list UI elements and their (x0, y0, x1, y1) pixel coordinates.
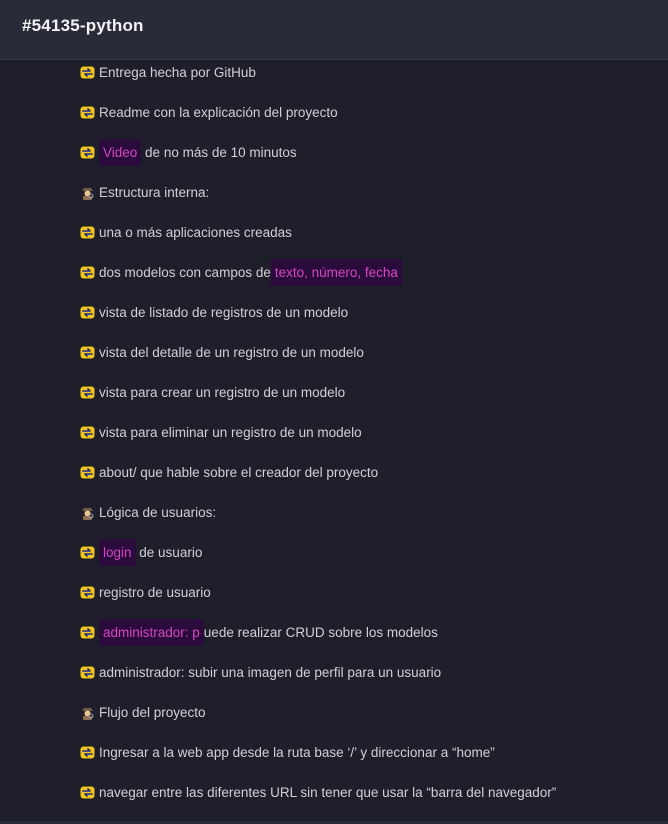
line-text-suffix: de no más de 10 minutos (141, 144, 297, 160)
line-text: una o más aplicaciones creadas (99, 224, 292, 240)
channel-header: #54135-python (0, 0, 668, 60)
line-text: Ingresar a la web app desde la ruta base… (99, 744, 495, 760)
detective-icon (79, 704, 95, 720)
message-line: dos modelos con campos de texto, número, … (79, 258, 402, 286)
highlighted-text: texto, número, fecha (270, 258, 402, 286)
message-line: navegar entre las diferentes URL sin ten… (79, 780, 556, 804)
detective-icon (79, 504, 95, 520)
line-text: vista de listado de registros de un mode… (99, 304, 349, 320)
line-text: administrador: subir una imagen de perfi… (99, 664, 442, 680)
arrow-cycle-icon (79, 264, 95, 280)
arrow-cycle-icon (79, 64, 95, 80)
arrow-cycle-icon (79, 464, 95, 480)
line-text: registro de usuario (99, 584, 211, 600)
line-text-suffix: de usuario (135, 544, 203, 560)
message-line: registro de usuario (79, 580, 211, 604)
arrow-cycle-icon (79, 584, 95, 600)
line-text: vista del detalle de un registro de un m… (99, 344, 364, 360)
message-line: about/ que hable sobre el creador del pr… (79, 460, 378, 484)
line-text: Readme con la explicación del proyecto (99, 104, 338, 120)
message-line: Flujo del proyecto (79, 700, 206, 724)
message-line: administrador: p uede realizar CRUD sobre… (79, 618, 438, 646)
arrow-cycle-icon (79, 104, 95, 120)
line-text: navegar entre las diferentes URL sin ten… (99, 784, 557, 800)
line-text: vista para eliminar un registro de un mo… (99, 424, 362, 440)
channel-title: #54135-python (22, 16, 144, 35)
message-line: administrador: subir una imagen de perfi… (79, 660, 441, 684)
arrow-cycle-icon (79, 344, 95, 360)
arrow-cycle-icon (79, 144, 95, 160)
highlighted-text: administrador: p (99, 618, 204, 646)
arrow-cycle-icon (79, 424, 95, 440)
arrow-cycle-icon (79, 664, 95, 680)
highlighted-text: Video (99, 138, 142, 166)
message-line: Ingresar a la web app desde la ruta base… (79, 740, 495, 764)
arrow-cycle-icon (79, 224, 95, 240)
detective-icon (79, 184, 95, 200)
line-text: Entrega hecha por GitHub (99, 64, 256, 80)
arrow-cycle-icon (79, 744, 95, 760)
arrow-cycle-icon (79, 384, 95, 400)
message-line: Entrega hecha por GitHub (79, 60, 256, 84)
line-text: Estructura interna: (99, 184, 210, 200)
line-text: dos modelos con campos de (99, 264, 271, 280)
message-line: Lógica de usuarios: (79, 500, 216, 524)
message-content: Entrega hecha por GitHub Readme con la ex… (0, 60, 668, 822)
arrow-cycle-icon (79, 544, 95, 560)
highlighted-text: login (99, 538, 136, 566)
arrow-cycle-icon (79, 304, 95, 320)
line-text: vista para crear un registro de un model… (99, 384, 346, 400)
line-text: about/ que hable sobre el creador del pr… (99, 464, 379, 480)
message-line: vista del detalle de un registro de un m… (79, 340, 364, 364)
line-text: Flujo del proyecto (99, 704, 206, 720)
arrow-cycle-icon (79, 784, 95, 800)
line-text: Lógica de usuarios: (99, 504, 217, 520)
message-line: Video de no más de 10 minutos (79, 138, 297, 166)
message-line: Readme con la explicación del proyecto (79, 100, 338, 124)
message-line: vista para eliminar un registro de un mo… (79, 420, 362, 444)
message-line: login de usuario (79, 538, 203, 566)
message-line: vista para crear un registro de un model… (79, 380, 345, 404)
line-text-suffix: uede realizar CRUD sobre los modelos (203, 624, 438, 640)
arrow-cycle-icon (79, 624, 95, 640)
message-line: vista de listado de registros de un mode… (79, 300, 348, 324)
message-line: Estructura interna: (79, 180, 209, 204)
message-line: una o más aplicaciones creadas (79, 220, 292, 244)
